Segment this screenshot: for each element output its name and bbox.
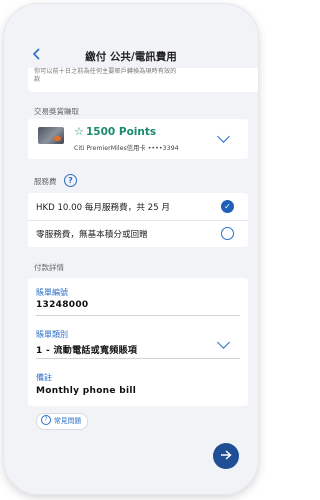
remark-label: 備註 — [36, 373, 52, 382]
truncated-note-line1: 你可以前十日之前為任何主要賬戶轉換為現時有效的 — [34, 68, 177, 75]
checkmark-icon: ✓ — [221, 200, 234, 213]
fee-option-label: HKD 10.00 每月服務費，共 25 月 — [36, 203, 170, 213]
points-text: 1500 Points — [86, 126, 157, 138]
star-outline-icon: ☆ — [74, 125, 84, 138]
fee-option-label: 零服務費，無基本積分或回贈 — [36, 230, 148, 240]
divider — [36, 358, 240, 359]
payment-details-card: 賬單編號 13248000 賬單類別 1 - 流動電話或寬頻賬項 備註 Mont… — [28, 278, 248, 406]
rewards-section-label: 交易獎賞賺取 — [34, 107, 79, 116]
service-fee-section-label: 服務費 — [34, 177, 57, 186]
bill-type-select[interactable]: 1 - 流動電話或寬頻賬項 — [36, 343, 137, 356]
payment-details-section-label: 付款詳情 — [34, 263, 64, 272]
rewards-card-selector[interactable]: ☆ 1500 Points Citi PremierMiles信用卡 ••••3… — [28, 119, 248, 159]
divider — [36, 315, 240, 316]
service-fee-options: HKD 10.00 每月服務費，共 25 月 ✓ 零服務費，無基本積分或回贈 — [28, 193, 248, 247]
phone-frame: 繳付 公共/電訊費用 你可以前十日之前為任何主要賬戶轉換為現時有效的 款 交易獎… — [4, 4, 258, 494]
question-icon: ? — [41, 415, 51, 425]
card-name: Citi PremierMiles信用卡 ••••3394 — [74, 145, 179, 152]
truncated-note-line2: 款 — [34, 76, 41, 83]
fee-option-zero[interactable]: 零服務費，無基本積分或回贈 — [28, 220, 248, 247]
arrow-right-icon — [221, 449, 232, 460]
bill-number-label: 賬單編號 — [36, 288, 68, 297]
page-title: 繳付 公共/電訊費用 — [85, 51, 177, 63]
chevron-down-icon[interactable] — [217, 336, 230, 349]
faq-button[interactable]: ? 常見問題 — [36, 413, 89, 430]
help-icon[interactable]: ? — [64, 174, 77, 187]
bill-type-label: 賬單類別 — [36, 330, 68, 339]
chevron-down-icon — [217, 130, 230, 143]
remark-field[interactable]: Monthly phone bill — [36, 386, 136, 396]
truncated-note-card: 你可以前十日之前為任何主要賬戶轉換為現時有效的 款 — [28, 68, 258, 92]
fee-option-monthly[interactable]: HKD 10.00 每月服務費，共 25 月 ✓ — [28, 193, 248, 220]
app-header: 繳付 公共/電訊費用 — [4, 4, 258, 68]
faq-label: 常見問題 — [54, 417, 82, 425]
radio-empty-icon — [221, 227, 234, 240]
credit-card-image — [38, 127, 64, 144]
next-button[interactable] — [213, 443, 239, 469]
bill-number-field[interactable]: 13248000 — [36, 300, 89, 310]
